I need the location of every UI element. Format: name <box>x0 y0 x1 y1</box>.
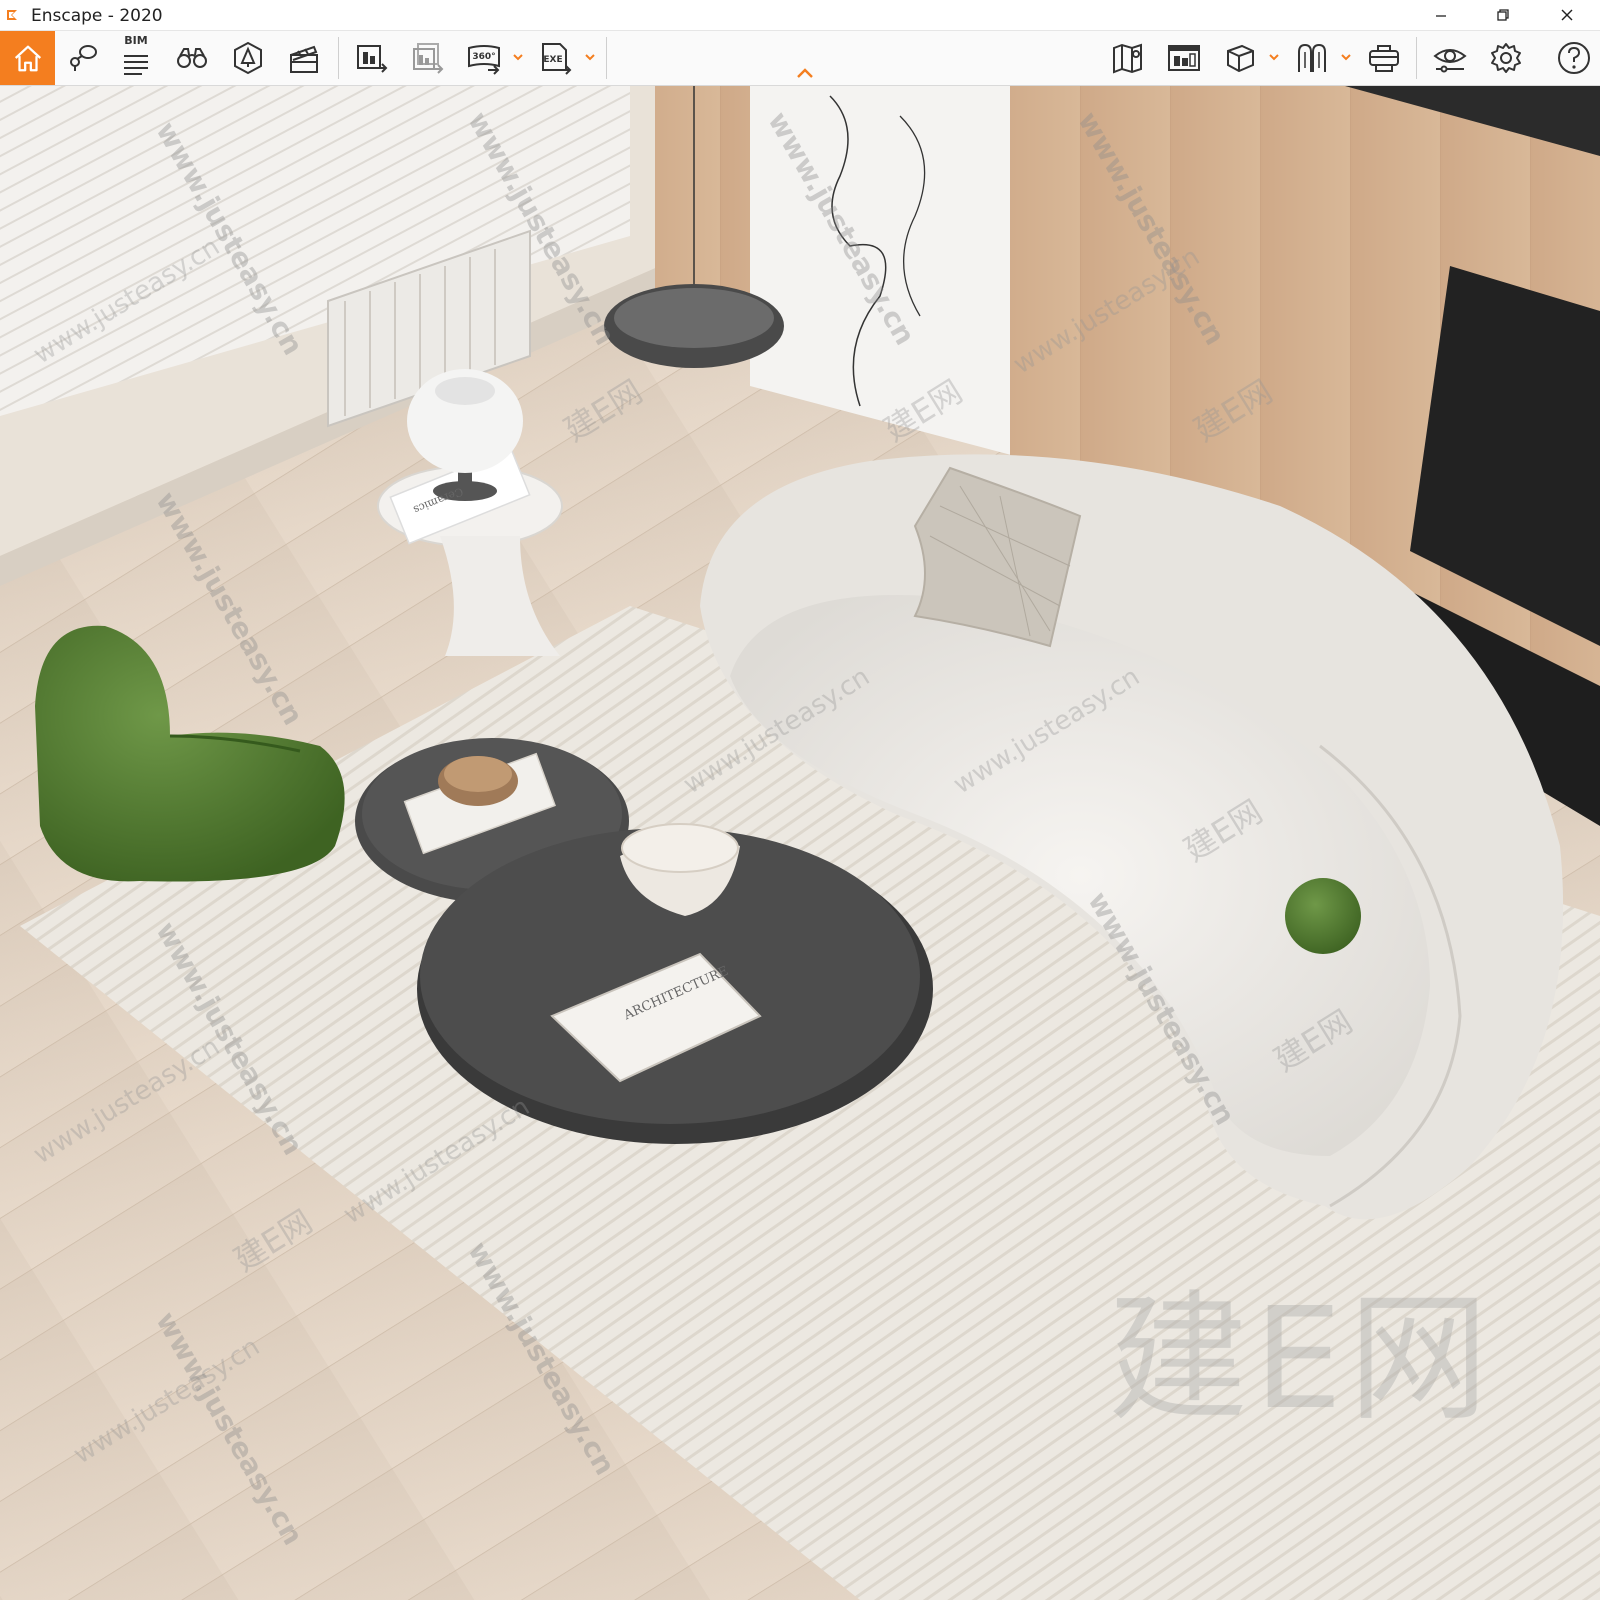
clapperboard-icon <box>290 45 318 73</box>
viewpoints-button[interactable] <box>1162 36 1206 80</box>
panorama-button[interactable]: 360° <box>462 36 506 80</box>
map-button[interactable] <box>1106 36 1150 80</box>
close-button[interactable] <box>1544 0 1590 30</box>
minimize-button[interactable] <box>1418 0 1464 30</box>
export-button[interactable]: EXE <box>534 36 578 80</box>
screenshot-button[interactable] <box>350 36 394 80</box>
panorama-dropdown-icon[interactable] <box>512 49 524 65</box>
restore-icon <box>1497 9 1509 21</box>
walk-dropdown-icon[interactable] <box>1340 49 1352 65</box>
close-icon <box>1561 9 1573 21</box>
eye-icon <box>1433 49 1467 73</box>
walk-icon <box>1298 43 1326 72</box>
map-icon <box>1113 43 1142 74</box>
toolbar-separator <box>606 37 607 79</box>
help-button[interactable] <box>1552 36 1596 80</box>
binoculars-icon <box>177 48 207 68</box>
collapse-toolbar-icon[interactable] <box>796 66 814 80</box>
view-management-button[interactable] <box>60 36 104 80</box>
vr-button[interactable] <box>1362 36 1406 80</box>
panorama-label: 360° <box>472 52 495 62</box>
minimize-icon <box>1436 15 1446 17</box>
asset-library-icon <box>234 41 262 75</box>
vr-headset-icon <box>1369 45 1399 72</box>
cube-button[interactable] <box>1218 36 1262 80</box>
walk-mode-button[interactable] <box>1290 36 1334 80</box>
asset-library-button[interactable] <box>226 36 270 80</box>
home-button[interactable] <box>0 31 55 85</box>
settings-button[interactable] <box>1484 36 1528 80</box>
video-editor-button[interactable] <box>282 36 326 80</box>
exe-export-icon: EXE <box>542 43 572 75</box>
panorama-360-icon: 360° <box>468 45 500 75</box>
bim-label: BIM <box>124 34 148 47</box>
binoculars-button[interactable] <box>170 36 214 80</box>
help-icon <box>1558 42 1590 74</box>
bim-button[interactable]: BIM <box>114 34 158 80</box>
export-dropdown-icon[interactable] <box>584 49 596 65</box>
restore-button[interactable] <box>1480 0 1526 30</box>
batch-render-icon <box>413 43 444 74</box>
render-viewport[interactable]: ARCHITECTURE Ceramics www.justeasy.cn ww… <box>0 86 1600 1600</box>
render-image-icon <box>357 45 388 73</box>
gear-icon <box>1491 43 1521 73</box>
toolbar-separator <box>338 37 339 79</box>
home-icon <box>14 45 41 72</box>
enscape-logo-icon <box>7 10 17 20</box>
viewpoints-icon <box>1168 45 1200 71</box>
toolbar-separator <box>1416 37 1417 79</box>
cube-dropdown-icon[interactable] <box>1268 49 1280 65</box>
exe-label: EXE <box>543 55 562 65</box>
batch-render-button[interactable] <box>406 36 450 80</box>
title-bar: Enscape - 2020 <box>0 0 1600 31</box>
watermark-large: 建E网 <box>1108 1278 1495 1441</box>
cube-icon <box>1227 44 1254 73</box>
visual-settings-button[interactable] <box>1428 36 1472 80</box>
map-pin-icon <box>70 45 97 71</box>
window-title: Enscape - 2020 <box>31 6 163 26</box>
